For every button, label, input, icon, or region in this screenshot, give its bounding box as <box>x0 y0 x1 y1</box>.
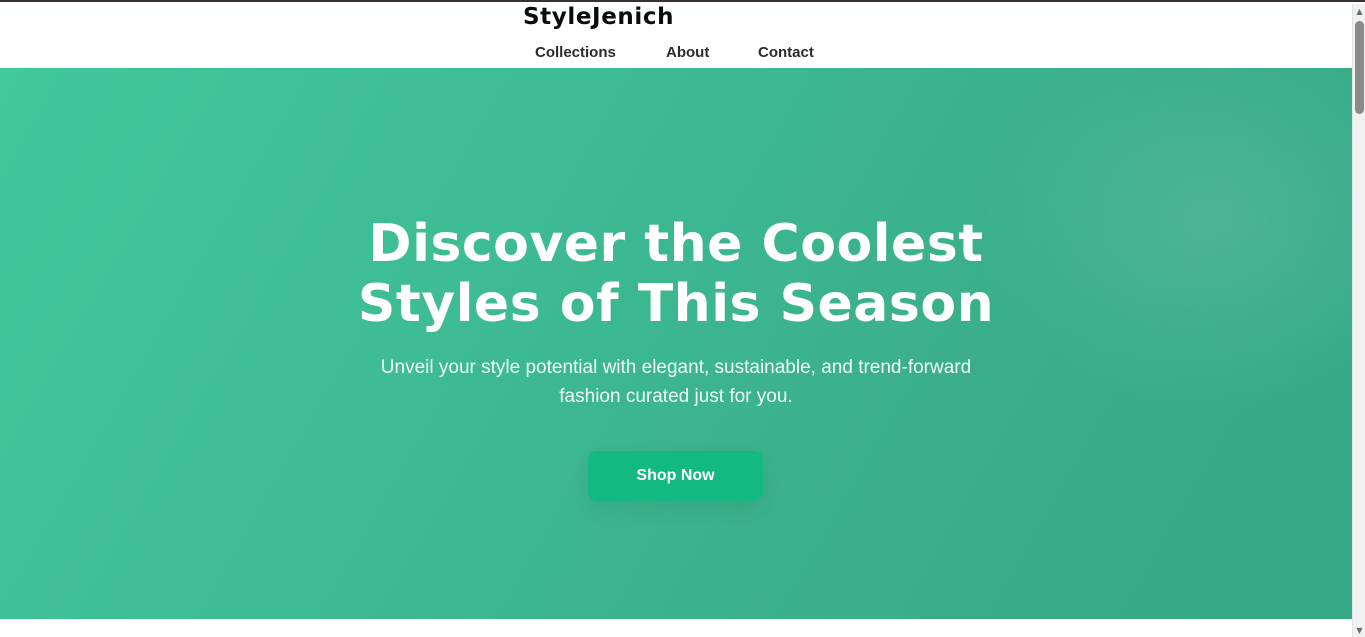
nav-link-about[interactable]: About <box>666 44 709 61</box>
hero-title-line-2: Styles of This Season <box>357 274 995 334</box>
hero-section: Discover the Coolest Styles of This Seas… <box>0 68 1352 619</box>
hero-title: Discover the Coolest Styles of This Seas… <box>0 214 1352 334</box>
scroll-down-arrow-icon[interactable]: ▼ <box>1354 625 1365 637</box>
site-header: StyleJenich Collections About Contact <box>0 4 1352 68</box>
scroll-up-arrow-icon[interactable]: ▲ <box>1354 6 1365 18</box>
scrollbar-thumb[interactable] <box>1355 21 1364 114</box>
hero-title-line-1: Discover the Coolest <box>368 214 984 274</box>
next-section-edge <box>0 619 1352 637</box>
main-nav: Collections About Contact <box>0 44 1352 64</box>
nav-link-collections[interactable]: Collections <box>535 44 616 61</box>
page-viewport: StyleJenich Collections About Contact Di… <box>0 4 1352 637</box>
nav-link-contact[interactable]: Contact <box>758 44 814 61</box>
vertical-scrollbar[interactable]: ▲ ▼ <box>1352 4 1365 637</box>
browser-window: StyleJenich Collections About Contact Di… <box>0 0 1365 637</box>
hero-subtitle: Unveil your style potential with elegant… <box>380 357 972 407</box>
brand-logo[interactable]: StyleJenich <box>523 4 674 30</box>
shop-now-button[interactable]: Shop Now <box>588 451 763 501</box>
